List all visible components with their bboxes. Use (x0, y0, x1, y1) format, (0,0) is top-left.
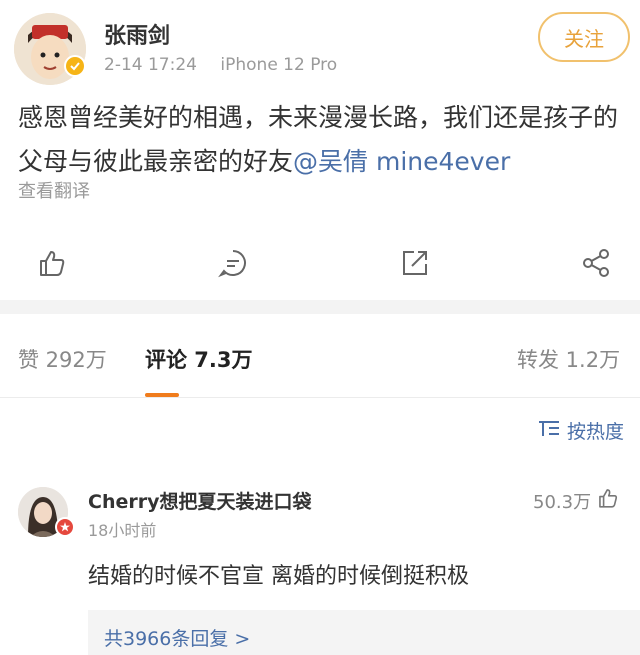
tabs-divider (0, 397, 640, 398)
post-device: iPhone 12 Pro (220, 55, 338, 75)
repost-icon[interactable] (397, 245, 433, 281)
comment-time: 18小时前 (88, 521, 157, 540)
follow-button[interactable]: 关注 (538, 12, 630, 62)
mention-link[interactable]: @吴倩 mine4ever (293, 147, 510, 176)
comment-like-count: 50.3万 (533, 491, 592, 513)
translate-link[interactable]: 查看翻译 (18, 177, 90, 203)
verified-badge-icon (64, 55, 86, 77)
comment-like-button[interactable]: 50.3万 (533, 487, 619, 514)
post-date: 2-14 17:24 (104, 55, 197, 75)
commenter-name[interactable]: Cherry想把夏天装进口袋 (88, 487, 311, 514)
post-meta: 2-14 17:24 iPhone 12 Pro (104, 55, 355, 75)
author-name[interactable]: 张雨剑 (104, 18, 170, 50)
sort-label: 按热度 (567, 421, 625, 443)
tab-likes[interactable]: 赞 292万 (18, 344, 107, 374)
tab-comments[interactable]: 评论 7.3万 (145, 344, 253, 374)
member-badge-icon (55, 517, 75, 537)
comment-icon[interactable] (215, 245, 251, 281)
sort-toggle[interactable]: 按热度 (537, 417, 624, 444)
sort-icon (537, 418, 561, 443)
share-icon[interactable] (578, 245, 614, 281)
like-icon[interactable] (34, 245, 70, 281)
view-replies-link[interactable]: 共3966条回复 > (104, 624, 250, 651)
thumbs-up-icon (597, 487, 619, 514)
tab-reposts[interactable]: 转发 1.2万 (517, 344, 620, 374)
post-text: 感恩曾经美好的相遇，未来漫漫长路，我们还是孩子的父母与彼此最亲密的好友@吴倩 m… (18, 96, 628, 184)
comment-text: 结婚的时候不官宣 离婚的时候倒挺积极 (88, 564, 469, 589)
section-divider (0, 300, 640, 314)
